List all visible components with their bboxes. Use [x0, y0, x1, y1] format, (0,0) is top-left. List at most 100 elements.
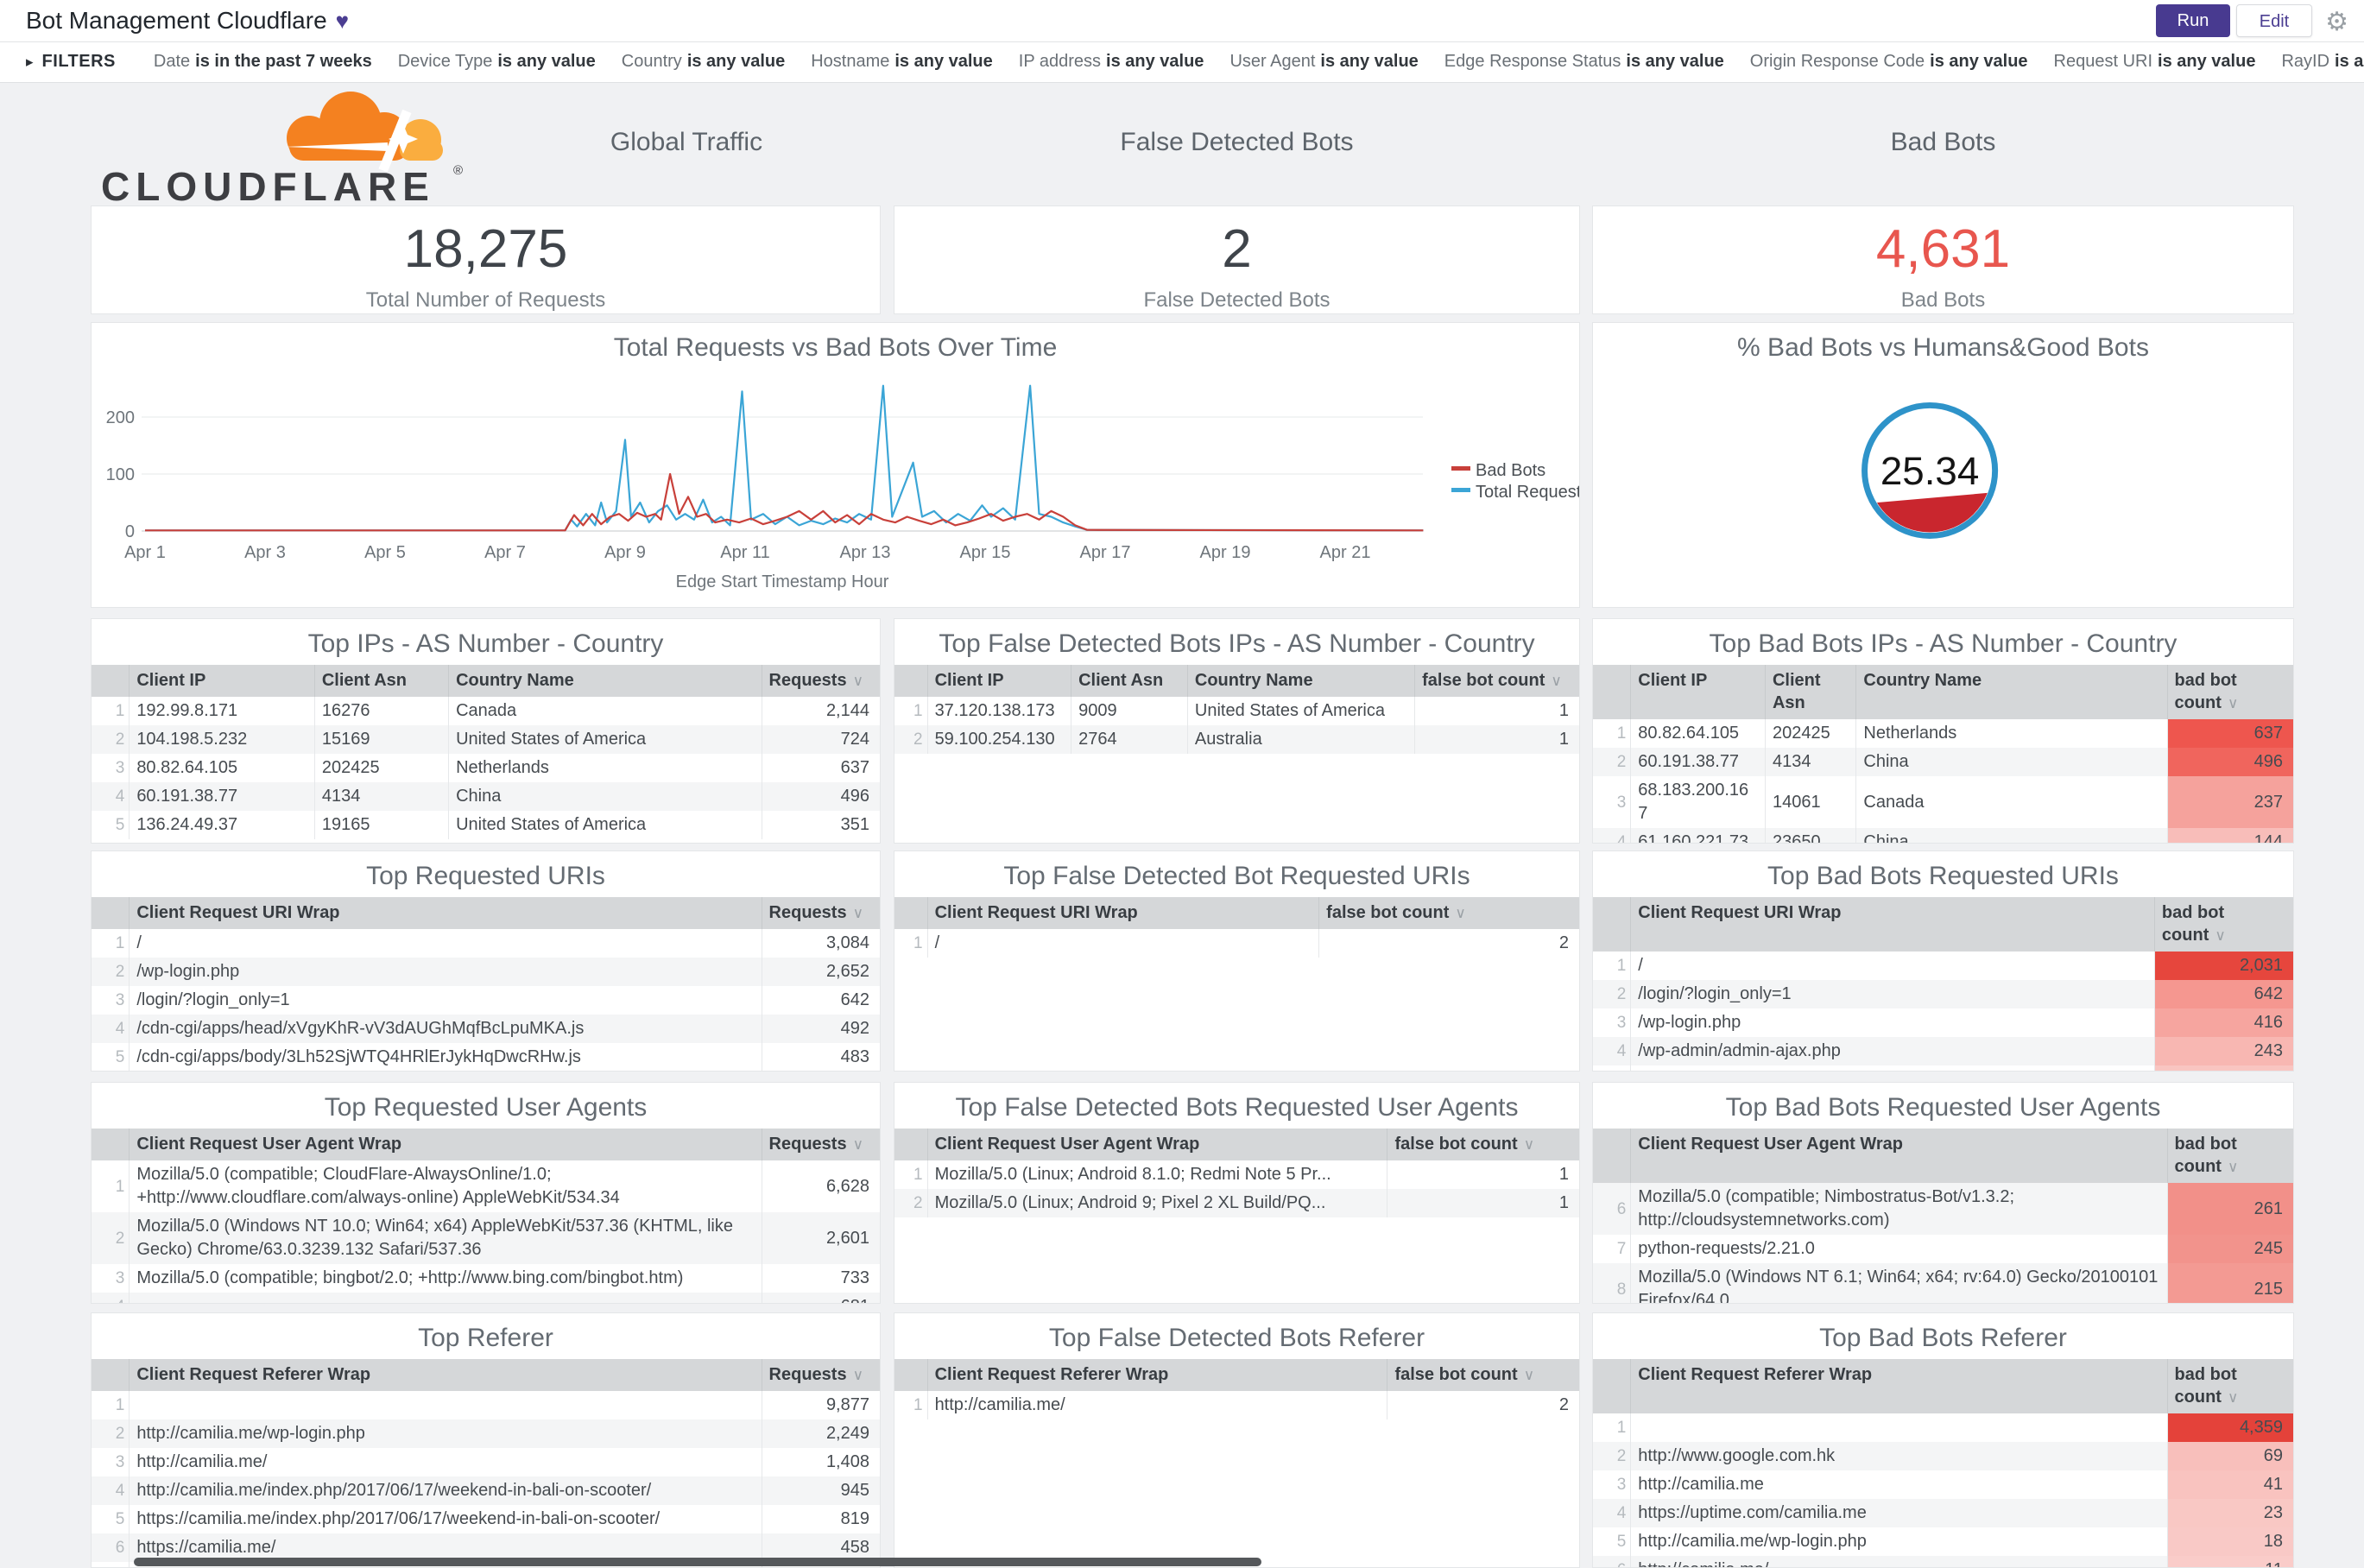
- table-row: 1/2: [894, 929, 1579, 958]
- table-row: 4 60.191.38.77 4134 China 496: [92, 782, 880, 811]
- edit-button[interactable]: Edit: [2236, 4, 2312, 37]
- column-header[interactable]: Client IP: [926, 665, 1071, 697]
- column-header[interactable]: Client IP: [1630, 665, 1766, 719]
- column-header[interactable]: false bot count ∨: [1387, 1359, 1579, 1391]
- count-cell: 1: [1414, 697, 1579, 725]
- filter-item[interactable]: Hostname is any value: [811, 52, 993, 71]
- panel-bad-bots-gauge: % Bad Bots vs Humans&Good Bots 25.34: [1592, 322, 2294, 608]
- row-number: 1: [115, 702, 125, 720]
- column-header[interactable]: Country Name: [448, 665, 762, 697]
- panel-title: Top Referer: [418, 1324, 553, 1352]
- panel-requests-vs-bad-bots-chart: Total Requests vs Bad Bots Over Time 0 10…: [91, 322, 1580, 608]
- table-row: 5 http://camilia.me/wp-login.php 18: [1593, 1527, 2293, 1556]
- column-header[interactable]: Client Asn: [313, 665, 449, 697]
- table-row: 4 681: [92, 1293, 880, 1303]
- table-cell: Netherlands: [448, 754, 762, 782]
- filter-item[interactable]: RayID is any value: [2281, 52, 2364, 71]
- filter-item[interactable]: Edge Response Status is any value: [1444, 52, 1724, 71]
- row-number: 1: [913, 934, 923, 952]
- column-header[interactable]: Requests ∨: [761, 665, 880, 697]
- column-header[interactable]: Client IP: [129, 665, 315, 697]
- column-header[interactable]: Client Request URI Wrap: [1630, 897, 2155, 952]
- kpi-value: 2: [1222, 219, 1252, 279]
- timeseries-chart: 0 100 200 Apr 1 Apr 3 Apr 5 Apr 7 Apr 9 Apr 11 Ap…: [106, 384, 1580, 591]
- column-header[interactable]: Client Asn: [1764, 665, 1856, 719]
- column-header[interactable]: bad bot count ∨: [2166, 1359, 2293, 1413]
- table-cell: 4134: [1764, 748, 1856, 776]
- column-header[interactable]: Client Request User Agent Wrap: [926, 1129, 1387, 1160]
- table-cell: 202425: [1764, 719, 1856, 748]
- filters-toggle[interactable]: FILTERS: [42, 52, 116, 72]
- legend-label[interactable]: Bad Bots: [1476, 461, 1545, 480]
- kpi-label: Total Number of Requests: [365, 288, 606, 312]
- column-header[interactable]: Country Name: [1855, 665, 2167, 719]
- table-row: 4 https://uptime.com/camilia.me 23: [1593, 1499, 2293, 1527]
- data-table: Client Request URI Wrap Requests ∨ 1/3,084 2…: [92, 897, 880, 1071]
- filter-item[interactable]: Date is in the past 7 weeks: [154, 52, 372, 71]
- column-header[interactable]: Requests ∨: [761, 1129, 880, 1160]
- filter-item[interactable]: Device Type is any value: [398, 52, 596, 71]
- table-row: 1 9,877: [92, 1391, 880, 1419]
- table-cell: China: [448, 782, 762, 811]
- run-button[interactable]: Run: [2156, 4, 2230, 37]
- row-number: 3: [1616, 1476, 1627, 1494]
- x-tick-label: Apr 11: [720, 543, 769, 562]
- column-header[interactable]: Requests ∨: [761, 1359, 880, 1391]
- gear-icon[interactable]: ⚙: [2325, 7, 2348, 37]
- filter-item[interactable]: User Agent is any value: [1229, 52, 1418, 71]
- panel-title: Top False Detected Bots Requested User A…: [955, 1093, 1519, 1122]
- legend-swatch[interactable]: [1451, 488, 1470, 492]
- table-cell: 14061: [1764, 776, 1856, 828]
- filters-expand-icon[interactable]: ▸: [26, 54, 34, 71]
- count-cell: 18: [2166, 1527, 2293, 1556]
- table-cell: /: [926, 929, 1319, 958]
- cloudflare-cloud-icon: [285, 92, 443, 173]
- row-number: 5: [115, 1510, 125, 1528]
- column-header[interactable]: bad bot count ∨: [2166, 1129, 2293, 1183]
- legend-label[interactable]: Total Requests: [1476, 483, 1580, 502]
- column-header[interactable]: Requests ∨: [761, 897, 880, 929]
- column-header[interactable]: bad bot count ∨: [2153, 897, 2293, 952]
- table-cell: Mozilla/5.0 (Windows NT 10.0; Win64; x64…: [129, 1212, 762, 1264]
- legend-swatch[interactable]: [1451, 466, 1470, 471]
- count-cell: 2,144: [761, 697, 880, 725]
- horizontal-scrollbar-thumb[interactable]: [134, 1558, 1261, 1566]
- filter-item[interactable]: Request URI is any value: [2054, 52, 2256, 71]
- column-header[interactable]: Client Request User Agent Wrap: [1630, 1129, 2168, 1183]
- table-cell: /login/?login_only=1: [129, 986, 762, 1015]
- panel-top-ips: Top IPs - AS Number - Country Client IP Cl…: [91, 618, 881, 844]
- kpi-value: 18,275: [403, 219, 568, 279]
- column-header[interactable]: Client Request URI Wrap: [926, 897, 1319, 929]
- column-header[interactable]: Client Request URI Wrap: [129, 897, 762, 929]
- column-header[interactable]: Client Asn: [1071, 665, 1188, 697]
- filter-item[interactable]: Country is any value: [622, 52, 785, 71]
- filter-item[interactable]: IP address is any value: [1019, 52, 1204, 71]
- y-tick-label: 0: [125, 522, 135, 541]
- table-cell: 60.191.38.77: [129, 782, 315, 811]
- column-header[interactable]: bad bot count ∨: [2166, 665, 2293, 719]
- table-cell: http://camilia.me/wp-login.php: [129, 1419, 762, 1448]
- sort-caret-icon: ∨: [2215, 927, 2226, 944]
- row-number: 4: [92, 1293, 130, 1303]
- filter-item[interactable]: Origin Response Code is any value: [1750, 52, 2028, 71]
- panel-top-false-bot-referer: Top False Detected Bots Referer Client Re…: [894, 1312, 1580, 1568]
- row-number: 5: [1616, 1533, 1627, 1551]
- panel-top-user-agents: Top Requested User Agents Client Request …: [91, 1082, 881, 1304]
- table-cell: /: [129, 929, 762, 958]
- column-header[interactable]: Client Request User Agent Wrap: [129, 1129, 762, 1160]
- column-header[interactable]: false bot count ∨: [1414, 665, 1579, 697]
- column-header[interactable]: Client Request Referer Wrap: [129, 1359, 762, 1391]
- column-header[interactable]: Client Request Referer Wrap: [1630, 1359, 2168, 1413]
- column-header[interactable]: false bot count ∨: [1318, 897, 1579, 929]
- panel-title: Top Bad Bots Requested URIs: [1767, 862, 2119, 890]
- table-cell: 9009: [1071, 697, 1188, 725]
- count-cell: 496: [761, 782, 880, 811]
- column-header[interactable]: Country Name: [1186, 665, 1415, 697]
- table-row: 5 https://camilia.me/index.php/2017/06/17…: [92, 1505, 880, 1533]
- table-cell: Australia: [1186, 725, 1415, 754]
- column-header[interactable]: Client Request Referer Wrap: [926, 1359, 1387, 1391]
- panel-title: Top Bad Bots Referer: [1819, 1324, 2067, 1352]
- column-header[interactable]: false bot count ∨: [1387, 1129, 1579, 1160]
- x-tick-label: Apr 15: [960, 543, 1011, 562]
- sort-caret-icon: ∨: [1455, 905, 1466, 921]
